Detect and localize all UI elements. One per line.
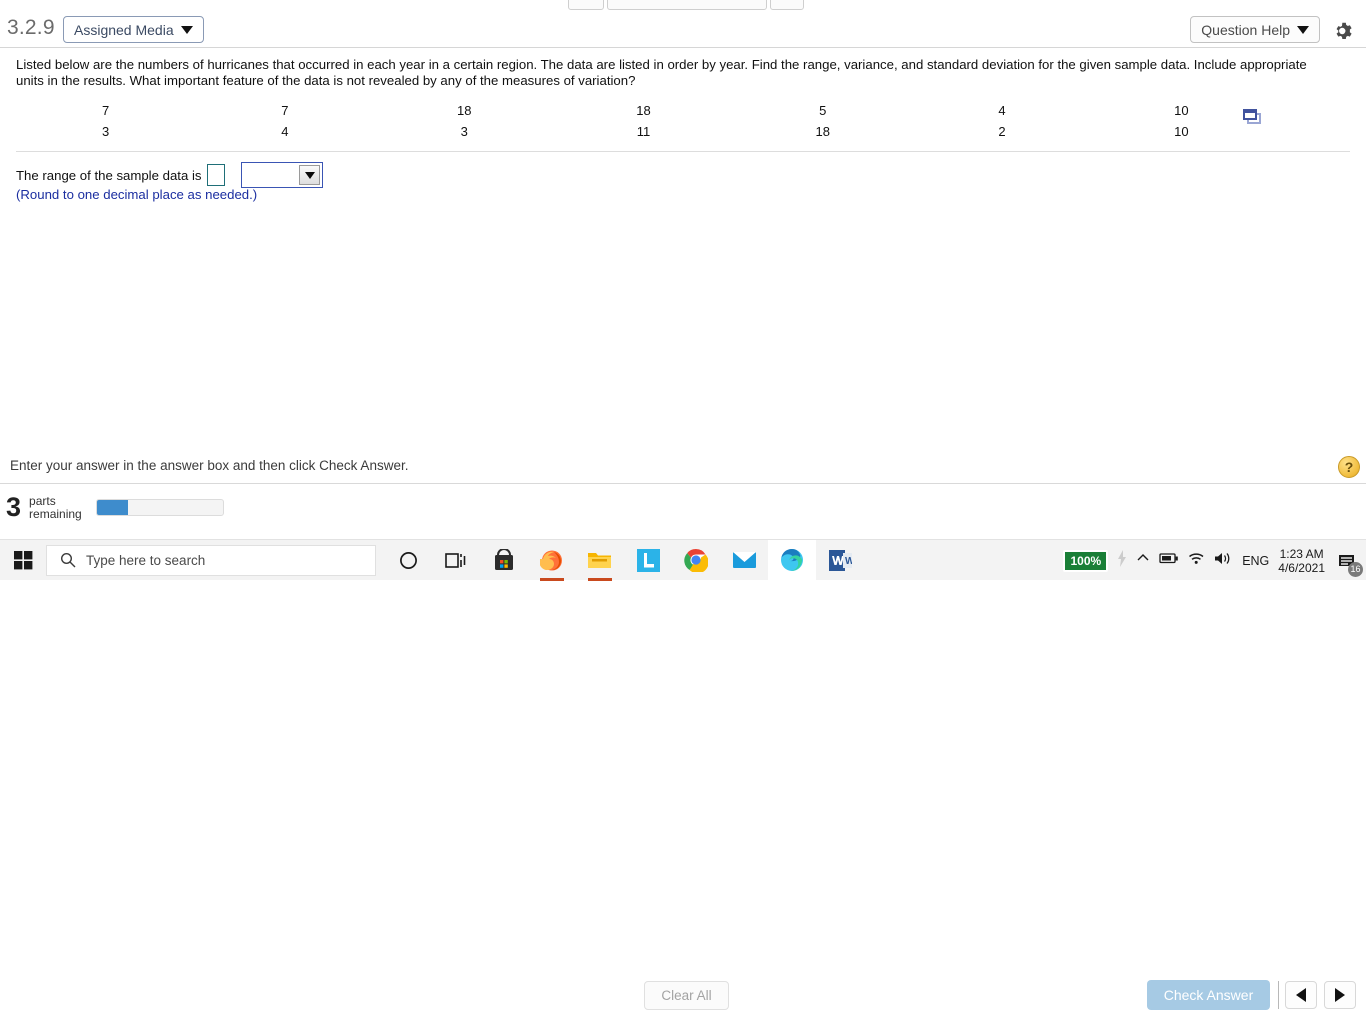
- search-input[interactable]: Type here to search: [46, 544, 376, 576]
- data-cell: 3: [102, 124, 110, 139]
- data-cell: 5: [819, 103, 827, 118]
- assigned-media-button[interactable]: Assigned Media: [63, 16, 204, 43]
- cortana-icon[interactable]: [384, 540, 432, 581]
- check-answer-button[interactable]: Check Answer: [1147, 980, 1270, 1010]
- question-header: 3.2.9 Assigned Media Question Help: [0, 11, 1366, 48]
- data-cell: 18: [456, 103, 472, 118]
- search-placeholder-text: Type here to search: [86, 552, 206, 568]
- rounding-note: (Round to one decimal place as needed.): [16, 187, 258, 202]
- lockdown-browser-icon[interactable]: [624, 540, 672, 581]
- wifi-icon[interactable]: [1188, 551, 1205, 570]
- notification-count-badge: 16: [1348, 561, 1363, 577]
- volume-icon[interactable]: [1214, 551, 1233, 571]
- answer-row: The range of the sample data is: [16, 162, 324, 188]
- data-cell: 11: [636, 124, 651, 139]
- search-icon: [60, 552, 76, 568]
- firefox-icon[interactable]: [528, 540, 576, 581]
- data-cell: 4: [281, 124, 289, 139]
- next-question-button[interactable]: [1324, 981, 1356, 1009]
- answer-instruction: Enter your answer in the answer box and …: [10, 458, 409, 473]
- toolbar-fragment-right[interactable]: [770, 0, 804, 10]
- clock-time: 1:23 AM: [1279, 546, 1324, 561]
- parts-remaining-group: 3 parts remaining: [6, 494, 224, 521]
- system-tray: 100% ENG 1:23 AM 4/6/2021 16: [1063, 540, 1366, 581]
- data-cell: 4: [998, 103, 1006, 118]
- parts-line-1: parts: [29, 493, 56, 508]
- google-chrome-icon[interactable]: [672, 540, 720, 581]
- clock[interactable]: 1:23 AM 4/6/2021: [1278, 547, 1325, 575]
- page-title: 3.2.9: [7, 16, 55, 39]
- range-answer-input[interactable]: [207, 164, 226, 186]
- cut-off-toolbar: [0, 0, 1366, 11]
- task-view-icon[interactable]: [432, 540, 480, 581]
- data-cell: 3: [460, 124, 468, 139]
- data-table-block: 7 7 18 18 5 4 10 3 4 3 11 18 2 10: [16, 100, 1350, 152]
- parts-line-2: remaining: [29, 506, 82, 521]
- progress-bar-fill: [96, 500, 129, 515]
- show-hidden-icons-icon[interactable]: [1136, 551, 1150, 570]
- parts-count: 3: [6, 492, 22, 522]
- question-help-button[interactable]: Question Help: [1190, 16, 1320, 43]
- toolbar-fragment-left[interactable]: [568, 0, 604, 10]
- clear-all-button[interactable]: Clear All: [644, 981, 729, 1010]
- taskbar-icons: W: [384, 539, 864, 581]
- question-help-label: Question Help: [1201, 21, 1290, 38]
- language-indicator[interactable]: ENG: [1242, 554, 1269, 568]
- data-cell: 2: [998, 124, 1006, 139]
- dropdown-arrow-icon: [299, 165, 321, 185]
- battery-percent-badge: 100%: [1063, 549, 1109, 572]
- table-row: 3 4 3 11 18 2 10: [16, 121, 1271, 142]
- windows-taskbar: Type here to search W 100% ENG 1:23 AM 4…: [0, 539, 1366, 581]
- data-cell: 7: [281, 103, 289, 118]
- gear-icon[interactable]: [1334, 20, 1356, 42]
- data-cell: 7: [102, 103, 110, 118]
- previous-question-button[interactable]: [1285, 981, 1317, 1009]
- table-row: 7 7 18 18 5 4 10: [16, 100, 1271, 121]
- help-bubble-icon[interactable]: ?: [1338, 456, 1360, 478]
- battery-icon[interactable]: [1159, 551, 1179, 570]
- file-explorer-icon[interactable]: [576, 540, 624, 581]
- previous-arrow-icon: [1296, 988, 1306, 1002]
- nav-divider: [1278, 981, 1279, 1009]
- problem-statement: Listed below are the numbers of hurrican…: [16, 57, 1307, 88]
- clock-date: 4/6/2021: [1278, 560, 1325, 575]
- mail-icon[interactable]: [720, 540, 768, 581]
- units-select[interactable]: [241, 162, 324, 188]
- assigned-media-label: Assigned Media: [74, 21, 174, 38]
- progress-bar: [95, 499, 224, 516]
- next-arrow-icon: [1335, 988, 1345, 1002]
- charging-bolt-icon: [1117, 549, 1127, 572]
- data-cell: 18: [636, 103, 651, 118]
- notifications-icon[interactable]: 16: [1334, 548, 1363, 577]
- windows-start-icon[interactable]: [0, 540, 46, 581]
- chevron-down-icon: [1297, 25, 1309, 34]
- answer-label: The range of the sample data is: [16, 167, 202, 183]
- parts-remaining-label: parts remaining: [29, 493, 82, 521]
- microsoft-store-icon[interactable]: [480, 540, 528, 581]
- data-cell: 18: [815, 124, 830, 139]
- footer-bar: 3 parts remaining Clear All Check Answer: [0, 484, 1366, 1010]
- hurricane-data-table: 7 7 18 18 5 4 10 3 4 3 11 18 2 10: [16, 100, 1271, 142]
- microsoft-word-icon[interactable]: W: [816, 540, 864, 581]
- popup-window-icon[interactable]: [1241, 108, 1265, 126]
- microsoft-edge-icon[interactable]: [768, 539, 816, 581]
- chevron-down-icon: [180, 25, 193, 34]
- svg-text:W: W: [845, 556, 852, 567]
- toolbar-fragment-center[interactable]: [607, 0, 767, 10]
